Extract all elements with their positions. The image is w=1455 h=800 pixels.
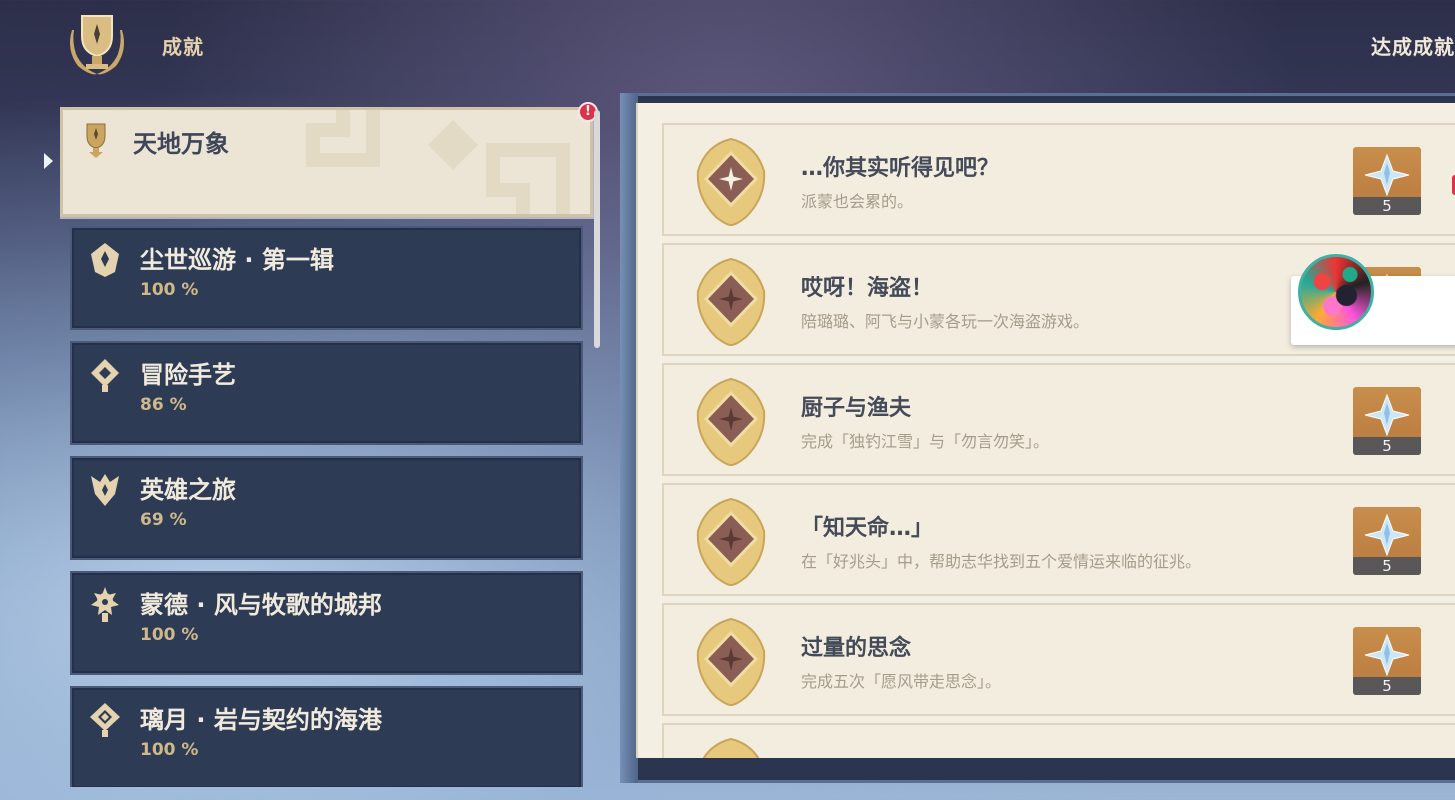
primogem-icon	[1364, 633, 1410, 677]
achievement-row[interactable]: 厨子与渔夫 完成「独钓江雪」与「勿言勿笑」。 5	[662, 363, 1455, 476]
reward-item[interactable]: 5	[1353, 627, 1421, 695]
avatar[interactable]	[1298, 254, 1374, 330]
liyue-badge-icon	[90, 703, 120, 737]
achievement-description: 派蒙也会累的。	[801, 192, 914, 211]
category-percent: 100 %	[140, 625, 199, 645]
category-item-chenshixunyou[interactable]: 尘世巡游 · 第一辑 100 %	[70, 226, 583, 330]
reward-count: 5	[1353, 197, 1421, 215]
achievement-list: …你其实听得见吧？ 派蒙也会累的。 5 哎呀！海盗！ 陪璐璐、阿飞与小蒙各玩一次…	[636, 103, 1455, 758]
reward-item[interactable]: 5	[1353, 507, 1421, 575]
achievement-description: 完成五次「愿风带走思念」。	[801, 672, 1002, 691]
achievement-medal-icon	[702, 737, 760, 758]
earned-achievements-label: 达成成就	[1371, 35, 1455, 59]
category-item-yingxiongzhilv[interactable]: 英雄之旅 69 %	[70, 456, 583, 560]
decorative-pattern	[306, 110, 570, 214]
category-scrollbar[interactable]	[594, 110, 600, 348]
achievement-description: 在「好兆头」中，帮助志华找到五个爱情运来临的征兆。	[801, 552, 1202, 571]
achievement-row[interactable]: …你其实听得见吧？ 派蒙也会累的。 5	[662, 123, 1455, 236]
compass-badge-icon	[91, 243, 119, 277]
category-name: 天地万象	[133, 130, 229, 158]
category-item-tiandiwanxiang[interactable]: 天地万象	[60, 107, 593, 217]
mondstadt-badge-icon	[91, 587, 119, 622]
top-bar: 成就 达成成就	[0, 0, 1455, 90]
category-name: 英雄之旅	[140, 476, 236, 504]
achievement-medal-icon	[696, 137, 766, 227]
category-item-maoxianshouyi[interactable]: 冒险手艺 86 %	[70, 341, 583, 445]
category-percent: 86 %	[140, 395, 187, 415]
trophy-icon	[70, 15, 124, 75]
achievement-description: 陪璐璐、阿飞与小蒙各玩一次海盗游戏。	[801, 312, 1090, 331]
craft-badge-icon	[91, 359, 119, 392]
achievement-row-partial[interactable]	[662, 723, 1455, 758]
reward-item[interactable]: 5	[1353, 147, 1421, 215]
achievement-medal-icon	[696, 617, 766, 707]
category-name: 璃月 · 岩与契约的海港	[140, 706, 382, 734]
category-name: 尘世巡游 · 第一辑	[140, 246, 334, 274]
achievement-medal-icon	[696, 257, 766, 347]
category-item-liyue[interactable]: 璃月 · 岩与契约的海港 100 %	[70, 686, 583, 787]
reward-item[interactable]: 5	[1353, 387, 1421, 455]
achievement-row[interactable]: 「知天命…」 在「好兆头」中，帮助志华找到五个爱情运来临的征兆。 5	[662, 483, 1455, 596]
achievement-title: 厨子与渔夫	[801, 396, 912, 421]
achievement-row[interactable]: 过量的思念 完成五次「愿风带走思念」。 5	[662, 603, 1455, 716]
achievement-description: 完成「独钓江雪」与「勿言勿笑」。	[801, 432, 1050, 451]
achievement-medal-icon	[696, 497, 766, 587]
achievement-medal-icon	[696, 377, 766, 467]
trophy-icon	[86, 123, 106, 158]
category-list: 天地万象 尘世巡游 · 第一辑 100 % 冒险手艺 86 % 英雄之旅 69 …	[60, 107, 595, 787]
reward-count: 5	[1353, 557, 1421, 575]
primogem-icon	[1364, 153, 1410, 197]
page-title: 成就	[162, 35, 204, 59]
achievement-title: 过量的思念	[801, 636, 912, 661]
reward-count: 5	[1353, 437, 1421, 455]
primogem-icon	[1364, 513, 1410, 557]
selection-arrow-icon	[44, 153, 53, 169]
category-percent: 100 %	[140, 740, 199, 760]
achievement-title: 哎呀！海盗！	[801, 276, 934, 301]
reward-count: 5	[1353, 677, 1421, 695]
achievement-title: …你其实听得见吧？	[801, 156, 1000, 181]
category-percent: 100 %	[140, 280, 199, 300]
category-name: 蒙德 · 风与牧歌的城邦	[140, 591, 382, 619]
category-item-mengde[interactable]: 蒙德 · 风与牧歌的城邦 100 %	[70, 571, 583, 675]
category-name: 冒险手艺	[140, 361, 236, 389]
hero-badge-icon	[91, 474, 119, 506]
achievement-title: 「知天命…」	[801, 516, 934, 541]
category-percent: 69 %	[140, 510, 187, 530]
primogem-icon	[1364, 393, 1410, 437]
